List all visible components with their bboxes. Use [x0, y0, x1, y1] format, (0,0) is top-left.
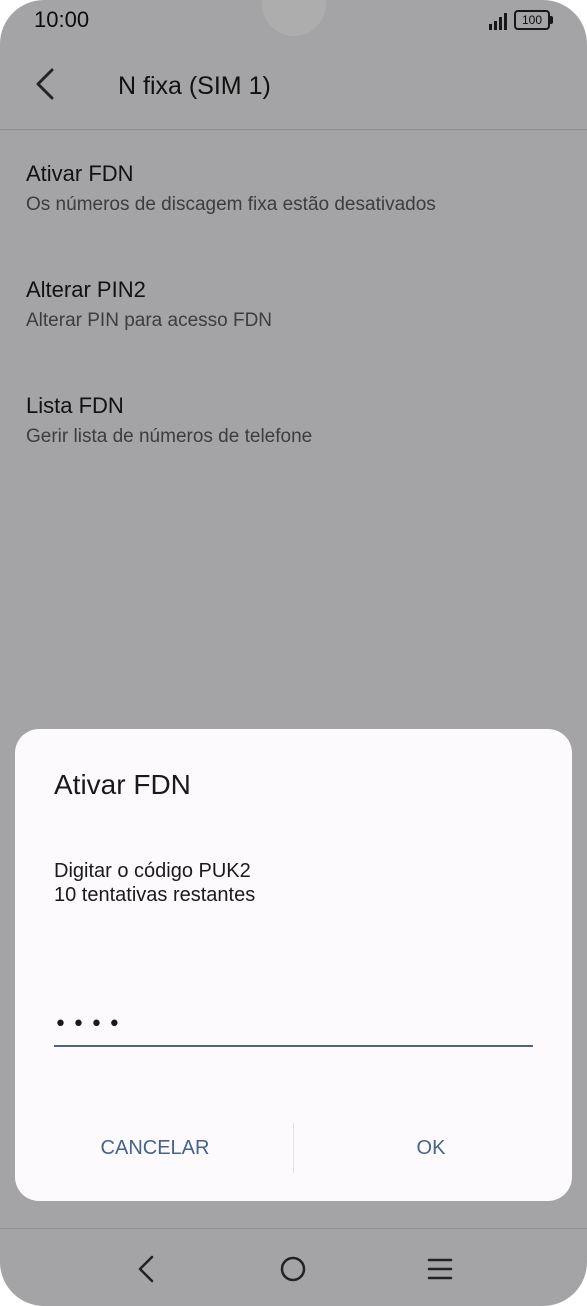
- cancel-button[interactable]: CANCELAR: [45, 1119, 265, 1177]
- ok-button[interactable]: OK: [320, 1119, 542, 1177]
- phone-frame: 10:00 100 N fixa (SIM 1) Ativar FDN Os n…: [0, 0, 587, 1306]
- dialog-message-line2: 10 tentativas restantes: [54, 884, 256, 906]
- puk2-input[interactable]: [54, 1003, 533, 1047]
- pin-dialog: Ativar FDN Digitar o código PUK2 10 tent…: [15, 729, 572, 1201]
- screen: 10:00 100 N fixa (SIM 1) Ativar FDN Os n…: [0, 0, 587, 1306]
- button-divider: [293, 1123, 294, 1173]
- dialog-title: Ativar FDN: [54, 769, 191, 800]
- dialog-message: Digitar o código PUK2 10 tentativas rest…: [54, 859, 255, 907]
- dialog-message-line1: Digitar o código PUK2: [54, 860, 251, 882]
